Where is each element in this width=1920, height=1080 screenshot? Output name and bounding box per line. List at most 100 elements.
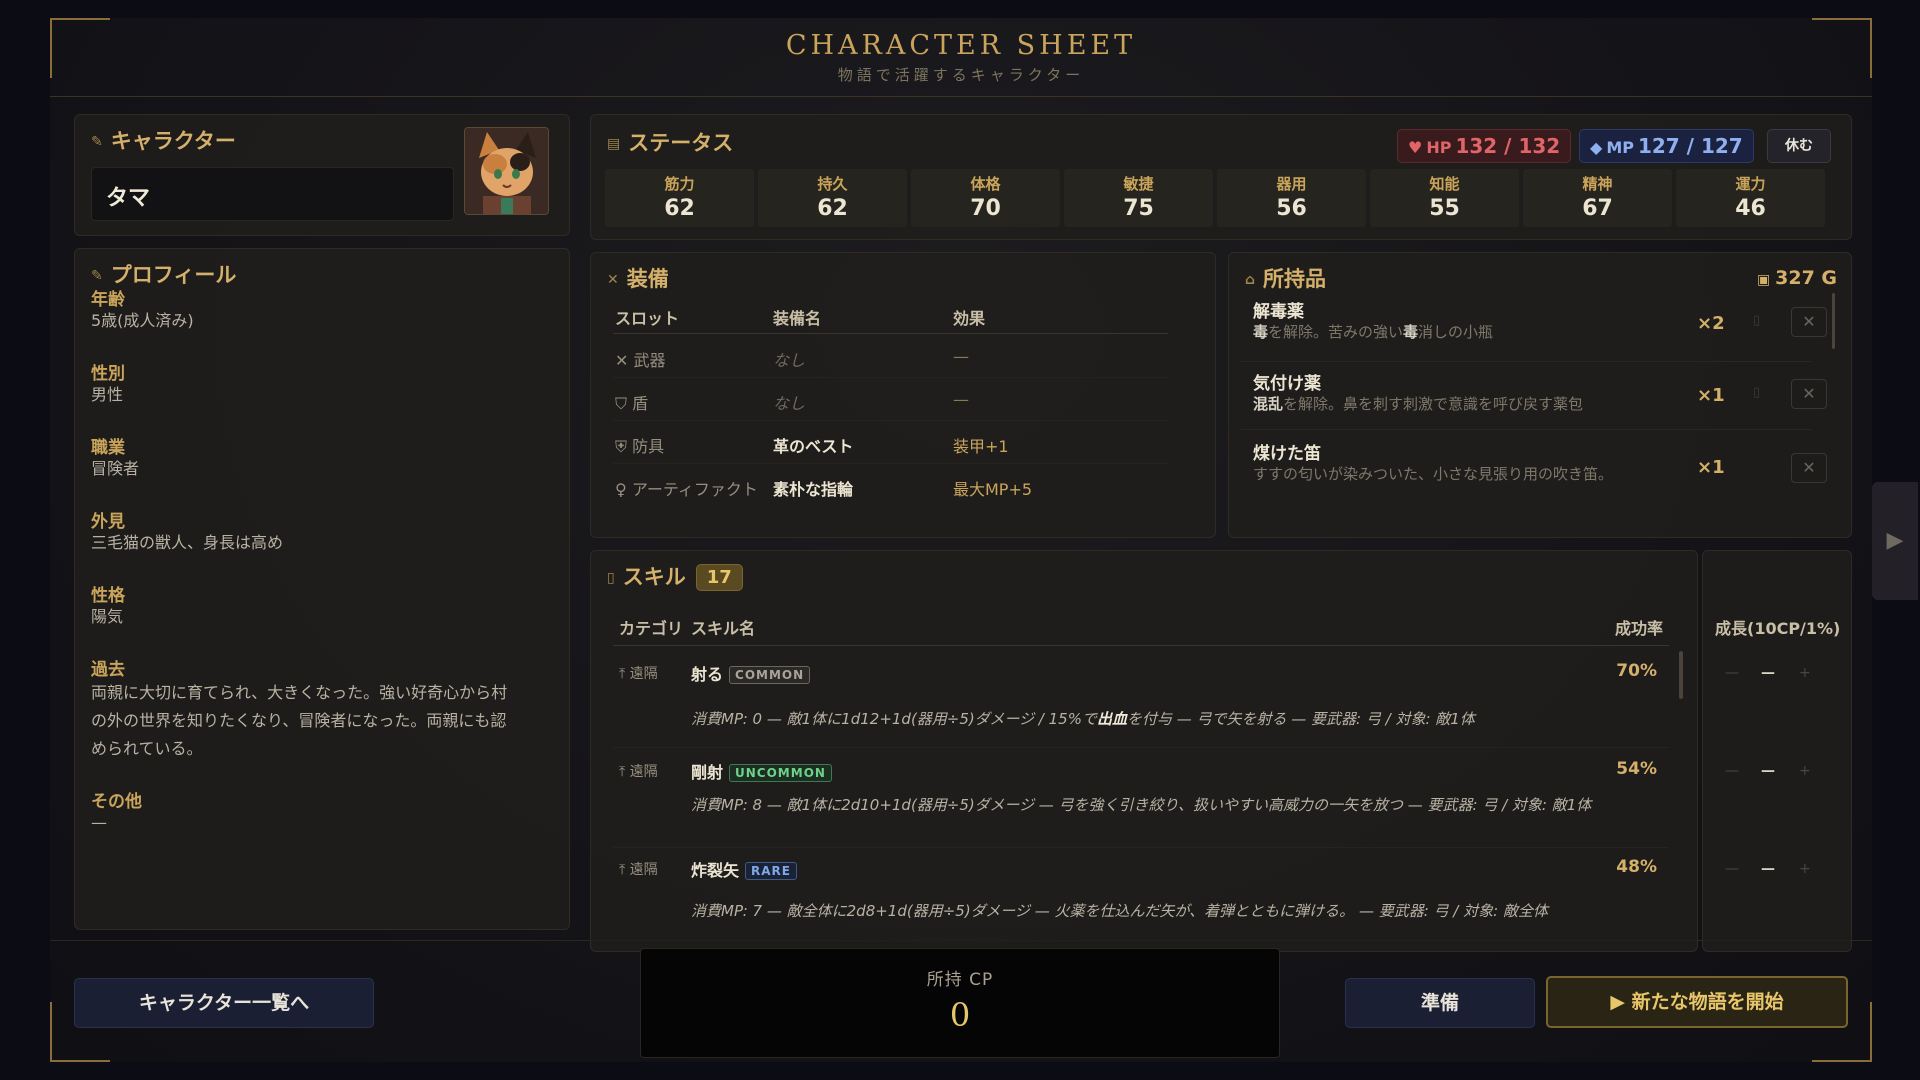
stat-name: 筋力: [664, 175, 695, 193]
decrement-button[interactable]: —: [1725, 665, 1739, 681]
stat-intelligence: 知能 55: [1370, 169, 1519, 227]
equipment-title: ✕ 装備: [607, 263, 669, 293]
character-name-field[interactable]: タマ: [91, 167, 454, 221]
skills-header-rate: 成功率: [1614, 619, 1663, 638]
item-desc-keyword: 混乱: [1253, 395, 1284, 413]
increment-button[interactable]: +: [1799, 665, 1811, 681]
skills-title-label: スキル: [622, 565, 686, 589]
skills-panel: ▯ スキル 17 カテゴリ スキル名 成功率 ⤒ 遠隔 射る COMMON 70% 消…: [590, 550, 1698, 952]
shield-icon: ⛉: [615, 394, 633, 413]
character-title: ✎ キャラクター: [91, 125, 236, 155]
equipment-title-label: 装備: [626, 267, 669, 291]
stat-value: 62: [817, 196, 848, 221]
profile-value-appearance[interactable]: 三毛猫の獣人、身長は高め: [91, 529, 521, 557]
equipment-slot-label: 盾: [632, 394, 649, 413]
profile-value-other[interactable]: —: [91, 809, 521, 837]
book-icon: ▯: [607, 570, 615, 586]
cp-display: 所持 CP 0: [640, 948, 1280, 1058]
inventory-item: 煤けた笛 すすの匂いが染みついた、小さな見張り用の吹き笛。 ×1 ✕: [1241, 433, 1831, 499]
decrement-button[interactable]: —: [1725, 763, 1739, 779]
equipment-name-weapon[interactable]: なし: [773, 347, 805, 371]
discard-item-button[interactable]: ✕: [1791, 379, 1827, 409]
decrement-button[interactable]: —: [1725, 861, 1739, 877]
inventory-item: 気付け薬 混乱を解除。鼻を刺す刺激で意識を呼び戻す薬包 ×1 ▯ ✕: [1241, 363, 1831, 429]
inventory-title-label: 所持品: [1263, 267, 1327, 291]
page-title: CHARACTER SHEET: [785, 30, 1137, 61]
skill-description: 消費MP: 0 — 敵1体に1d12+1d(器用÷5)ダメージ / 15%で出血…: [691, 707, 1641, 731]
inventory-scrollbar[interactable]: [1832, 293, 1835, 349]
prepare-button[interactable]: 準備: [1345, 978, 1535, 1028]
stat-value: 70: [970, 196, 1001, 221]
skills-header-name: スキル名: [691, 619, 756, 638]
equipment-header-name: 装備名: [773, 309, 822, 328]
mp-label: MP: [1606, 138, 1634, 157]
armor-icon: ⛨: [615, 437, 633, 456]
row-divider: [613, 420, 1168, 421]
skill-category-label: 遠隔: [629, 666, 658, 682]
gold-amount: ▣ 327 G: [1757, 267, 1837, 289]
equipment-effect-armor: 装甲+1: [953, 437, 1009, 456]
page-subtitle: 物語で活躍するキャラクター: [837, 66, 1085, 84]
equipment-slot-label: アーティファクト: [631, 480, 758, 499]
skills-header-category: カテゴリ: [619, 619, 684, 638]
row-divider: [613, 747, 1669, 748]
growth-stepper: — — +: [1725, 763, 1825, 785]
character-portrait[interactable]: [464, 127, 549, 215]
profile-value-job[interactable]: 冒険者: [91, 455, 521, 483]
pen-icon: ✎: [91, 268, 103, 284]
equipment-slot-artifact: ♀ アーティファクト: [615, 476, 758, 500]
stat-physique: 体格 70: [911, 169, 1060, 227]
stat-value: 55: [1429, 196, 1460, 221]
lock-icon[interactable]: ▯: [1753, 313, 1760, 328]
profile-panel: ✎ プロフィール 年齢 5歳(成人済み) 性別 男性 職業 冒険者 外見 三毛猫の…: [74, 248, 570, 930]
stat-value: 62: [664, 196, 695, 221]
equipment-name-shield[interactable]: なし: [773, 390, 805, 414]
rest-button[interactable]: 休む: [1767, 129, 1831, 163]
profile-value-age[interactable]: 5歳(成人済み): [91, 307, 521, 335]
character-list-button[interactable]: キャラクター一覧へ: [74, 978, 374, 1028]
gem-icon: ◆: [1590, 138, 1603, 157]
discard-item-button[interactable]: ✕: [1791, 307, 1827, 337]
ring-icon: ♀: [615, 480, 632, 499]
skill-category: ⤒ 遠隔: [619, 663, 658, 683]
increment-button[interactable]: +: [1799, 763, 1811, 779]
stat-name: 持久: [817, 175, 848, 193]
skill-success-rate: 48%: [1616, 857, 1657, 877]
profile-title-label: プロフィール: [110, 263, 237, 287]
expand-panel-arrow-icon[interactable]: ▶: [1872, 482, 1918, 600]
pen-icon: ✎: [91, 134, 103, 150]
item-description: 毒を解除。苦みの強い毒消しの小瓶: [1253, 321, 1683, 343]
skills-scrollbar[interactable]: [1679, 651, 1683, 699]
sword-icon: ✕: [615, 351, 634, 370]
item-quantity: ×1: [1697, 385, 1725, 406]
start-new-story-button[interactable]: ▶ 新たな物語を開始: [1546, 976, 1848, 1028]
lock-icon[interactable]: ▯: [1753, 385, 1760, 400]
item-desc-keyword: 毒: [1403, 323, 1419, 341]
gold-value: 327 G: [1775, 267, 1837, 289]
character-title-label: キャラクター: [110, 129, 236, 153]
crossed-swords-icon: ✕: [607, 272, 619, 288]
profile-value-past[interactable]: 両親に大切に育てられ、大きくなった。強い好奇心から村の外の世界を知りたくなり、冒…: [91, 679, 511, 763]
skill-category-label: 遠隔: [629, 764, 658, 780]
skill-desc-keyword: 出血: [1096, 710, 1127, 728]
skill-name-label: 剛射: [691, 763, 724, 782]
profile-value-personality[interactable]: 陽気: [91, 603, 521, 631]
header-divider: [50, 96, 1872, 97]
stat-endurance: 持久 62: [758, 169, 907, 227]
discard-item-button[interactable]: ✕: [1791, 453, 1827, 483]
increment-button[interactable]: +: [1799, 861, 1811, 877]
equipment-slot-label: 防具: [632, 437, 665, 456]
item-desc-text: 消しの小瓶: [1418, 323, 1494, 341]
equipment-name-armor[interactable]: 革のベスト: [773, 433, 853, 457]
equipment-name-artifact[interactable]: 素朴な指輪: [773, 476, 853, 500]
skill-count-badge: 17: [695, 564, 743, 591]
bag-icon: ⌂: [1245, 272, 1256, 288]
item-name: 煤けた笛: [1253, 444, 1321, 464]
profile-value-gender[interactable]: 男性: [91, 381, 521, 409]
item-desc-keyword: 毒: [1253, 323, 1269, 341]
item-quantity: ×2: [1697, 313, 1725, 334]
skill-success-rate: 54%: [1616, 759, 1657, 779]
sheet-frame: CHARACTER SHEET 物語で活躍するキャラクター ✎ キャラクター タマ: [50, 18, 1872, 1062]
row-divider: [613, 463, 1168, 464]
skill-category: ⤒ 遠隔: [619, 859, 658, 879]
